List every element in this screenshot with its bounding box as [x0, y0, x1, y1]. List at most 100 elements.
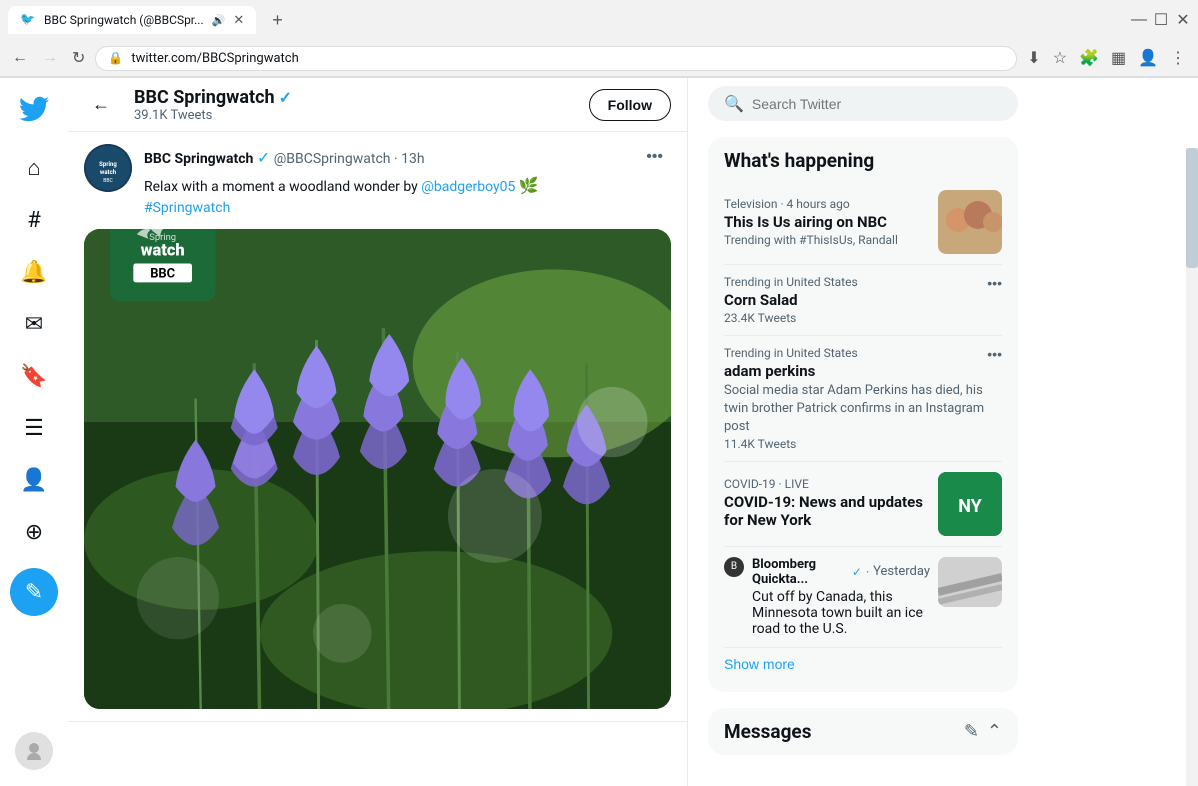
tweet-meta: BBC Springwatch ✓ @BBCSpringwatch · 13h … — [144, 144, 671, 219]
sidebar-item-lists[interactable]: ☰ — [10, 404, 58, 452]
back-button[interactable]: ← — [84, 86, 118, 123]
trending-topic: adam perkins — [724, 362, 987, 380]
sidebar-item-more[interactable]: ⊕ — [10, 508, 58, 556]
url-display: twitter.com/BBCSpringwatch — [131, 51, 1004, 66]
sidebar-item-notifications[interactable]: 🔔 — [10, 248, 58, 296]
scrollbar-thumb[interactable] — [1186, 148, 1198, 268]
trending-item-content: COVID-19 · LIVE COVID-19: News and updat… — [724, 477, 926, 531]
tweet-name-row: BBC Springwatch ✓ @BBCSpringwatch · 13h … — [144, 144, 671, 170]
tweet-author-info: BBC Springwatch ✓ @BBCSpringwatch · 13h — [144, 148, 425, 167]
trending-count: 23.4K Tweets — [724, 311, 858, 325]
messages-header: Messages ✎ ⌃ — [724, 720, 1002, 743]
trending-item-adam-perkins[interactable]: Trending in United States adam perkins S… — [724, 336, 1002, 462]
right-sidebar: 🔍 What's happening Television · 4 hours … — [688, 78, 1038, 786]
search-box[interactable]: 🔍 — [708, 86, 1018, 121]
compose-button[interactable]: ✎ — [10, 568, 58, 616]
browser-toolbar: ← → ↻ 🔒 twitter.com/BBCSpringwatch ⬇ ☆ 🧩… — [0, 40, 1198, 77]
tweet-emoji: 🌿 — [519, 176, 539, 195]
browser-tab[interactable]: 🐦 BBC Springwatch (@BBCSpr... 🔊 ✕ — [8, 6, 256, 34]
extensions-icon[interactable]: 🧩 — [1075, 44, 1103, 72]
search-icon: 🔍 — [724, 94, 744, 113]
svg-text:NY: NY — [958, 496, 982, 517]
tweet-handle: @BBCSpringwatch — [274, 151, 391, 167]
address-bar[interactable]: 🔒 twitter.com/BBCSpringwatch — [95, 46, 1017, 71]
profile-info: BBC Springwatch ✓ 39.1K Tweets — [134, 87, 573, 123]
trending-item-row: COVID-19 · LIVE COVID-19: News and updat… — [724, 472, 1002, 536]
tweet-item: Spring watch BBC BBC Springwatch ✓ @BBCS… — [68, 132, 687, 722]
new-tab-button[interactable]: + — [264, 8, 291, 33]
trending-item-content: Television · 4 hours ago This Is Us airi… — [724, 197, 926, 247]
trending-item-row: Television · 4 hours ago This Is Us airi… — [724, 190, 1002, 254]
trending-item-image — [938, 190, 1002, 254]
sidebar-item-explore[interactable]: # — [10, 196, 58, 244]
tweet-timestamp: 13h — [401, 151, 424, 167]
bloomberg-verified-icon: ✓ — [852, 565, 862, 579]
tweet-image[interactable]: Spring watch BBC — [84, 229, 671, 709]
messages-card: Messages ✎ ⌃ — [708, 708, 1018, 755]
tweet-avatar[interactable]: Spring watch BBC — [84, 144, 132, 192]
tweet-verified-icon: ✓ — [257, 148, 270, 167]
covid-image: NY — [938, 472, 1002, 536]
trending-item-covid[interactable]: COVID-19 · LIVE COVID-19: News and updat… — [724, 462, 1002, 547]
show-more-button[interactable]: Show more — [724, 648, 795, 680]
trending-item-more-btn[interactable]: ••• — [987, 275, 1002, 291]
tab-close-btn[interactable]: ✕ — [233, 13, 244, 28]
tweet-header: Spring watch BBC BBC Springwatch ✓ @BBCS… — [84, 144, 671, 219]
bloomberg-name: Bloomberg Quickta... — [752, 557, 848, 587]
profile-icon[interactable]: 👤 — [1134, 44, 1162, 72]
tweet-body: Relax with a moment a woodland wonder by… — [144, 174, 671, 219]
sidebar-item-messages[interactable]: ✉ — [10, 300, 58, 348]
trending-title: What's happening — [724, 149, 1002, 172]
bloomberg-content: Bloomberg Quickta... ✓ · Yesterday Cut o… — [752, 557, 930, 637]
bloomberg-image — [938, 557, 1002, 607]
media-icon[interactable]: ▦ — [1107, 44, 1130, 72]
tweet-author-name: BBC Springwatch — [144, 151, 253, 167]
bloomberg-avatar: B — [724, 557, 744, 577]
search-input[interactable] — [752, 96, 1002, 112]
trending-item-this-is-us[interactable]: Television · 4 hours ago This Is Us airi… — [724, 180, 1002, 265]
messages-collapse-button[interactable]: ⌃ — [987, 721, 1002, 742]
bloomberg-item[interactable]: B Bloomberg Quickta... ✓ · Yesterday Cut… — [724, 547, 1002, 648]
browser-chrome: 🐦 BBC Springwatch (@BBCSpr... 🔊 ✕ + — ☐ … — [0, 0, 1198, 78]
tweet-mention[interactable]: @badgerboy05 — [421, 179, 515, 195]
close-button[interactable]: ✕ — [1176, 13, 1190, 27]
sidebar-item-bookmarks[interactable]: 🔖 — [10, 352, 58, 400]
svg-text:watch: watch — [100, 169, 117, 176]
trending-context: Television · 4 hours ago — [724, 197, 926, 211]
trending-count: 11.4K Tweets — [724, 437, 987, 451]
svg-text:watch: watch — [141, 241, 185, 260]
svg-text:BBC: BBC — [150, 267, 175, 282]
bloomberg-header: Bloomberg Quickta... ✓ · Yesterday — [752, 557, 930, 587]
trending-context: Trending in United States — [724, 346, 987, 360]
sidebar-item-home[interactable]: ⌂ — [10, 144, 58, 192]
scrollbar[interactable] — [1186, 148, 1198, 786]
messages-compose-button[interactable]: ✎ — [964, 721, 979, 742]
bloomberg-time: Yesterday — [873, 564, 930, 579]
minimize-button[interactable]: — — [1132, 13, 1146, 27]
profile-stats: 39.1K Tweets — [134, 108, 573, 123]
refresh-button[interactable]: ↻ — [68, 44, 89, 72]
tweet-text: Relax with a moment a woodland wonder by — [144, 179, 421, 195]
sidebar-item-profile[interactable]: 👤 — [10, 456, 58, 504]
twitter-logo[interactable] — [11, 86, 57, 136]
trending-item-content: Trending in United States Corn Salad 23.… — [724, 275, 858, 325]
tab-favicon: 🐦 — [20, 12, 36, 28]
trending-item-corn-salad[interactable]: Trending in United States Corn Salad 23.… — [724, 265, 1002, 336]
back-nav-button[interactable]: ← — [8, 45, 32, 71]
sidebar-user-avatar[interactable] — [15, 732, 53, 770]
bookmark-star-icon[interactable]: ☆ — [1049, 44, 1071, 72]
trending-card: What's happening Television · 4 hours ag… — [708, 137, 1018, 692]
main-content: ← BBC Springwatch ✓ 39.1K Tweets Follow — [68, 78, 688, 786]
tweet-hashtag[interactable]: #Springwatch — [144, 200, 230, 216]
profile-name-text: BBC Springwatch — [134, 87, 275, 108]
verified-badge-icon: ✓ — [279, 88, 292, 107]
bloomberg-text: Cut off by Canada, this Minnesota town b… — [752, 589, 930, 637]
forward-nav-button[interactable]: → — [38, 45, 62, 71]
tweet-more-button[interactable]: ••• — [638, 144, 671, 170]
trending-item-more-btn[interactable]: ••• — [987, 346, 1002, 362]
follow-button[interactable]: Follow — [589, 89, 671, 121]
trending-subtopic: Trending with #ThisIsUs, Randall — [724, 233, 926, 247]
maximize-button[interactable]: ☐ — [1154, 13, 1168, 27]
download-icon[interactable]: ⬇ — [1023, 44, 1044, 72]
menu-icon[interactable]: ⋮ — [1166, 44, 1190, 72]
